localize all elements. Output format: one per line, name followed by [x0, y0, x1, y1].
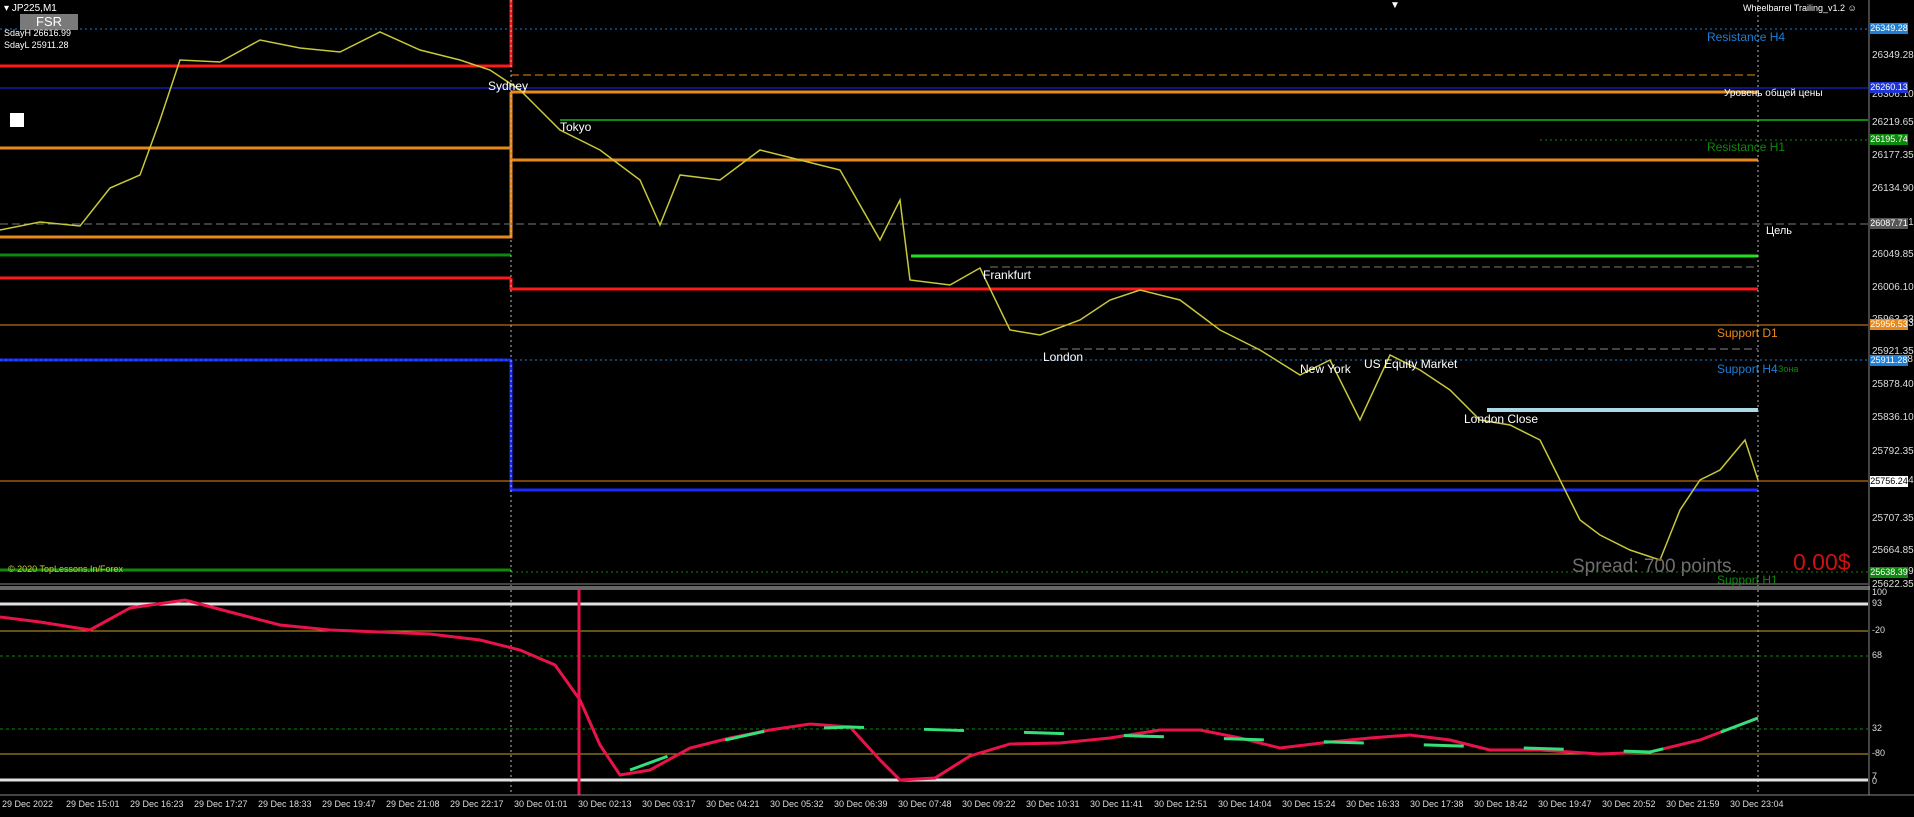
time-axis-label: 29 Dec 22:17	[450, 799, 504, 809]
time-axis-label: 30 Dec 23:04	[1730, 799, 1784, 809]
price-tag: 26349.28	[1870, 23, 1908, 34]
label-resistance-h1: Resistance H1	[1707, 140, 1786, 154]
indicator-axis-label: 100	[1872, 587, 1888, 597]
profit-text: 0.00$	[1793, 549, 1851, 575]
price-tag: 25638.39	[1870, 567, 1908, 578]
panel-separator[interactable]	[0, 586, 1870, 590]
time-axis-label: 29 Dec 15:01	[66, 799, 120, 809]
session-us-equity: US Equity Market	[1364, 357, 1458, 371]
sdayl-label: SdayL 25911.28	[4, 40, 69, 50]
price-axis-label: 25707.35	[1872, 513, 1914, 524]
label-support-d1: Support D1	[1717, 326, 1778, 340]
indicator-axis-label: 93	[1872, 598, 1883, 608]
price-tag: 26260.13	[1870, 82, 1908, 93]
indicator-axis-label: 68	[1872, 650, 1883, 660]
label-resistance-h4: Resistance H4	[1707, 30, 1786, 44]
time-axis-label: 30 Dec 19:47	[1538, 799, 1592, 809]
scroll-marker-icon[interactable]: ▼	[1390, 0, 1400, 11]
session-london-close: London Close	[1464, 412, 1539, 426]
price-axis-label: 25878.40	[1872, 379, 1914, 390]
price-axis-label: 25664.85	[1872, 545, 1914, 556]
price-axis-label: 25836.10	[1872, 412, 1914, 423]
time-axis-label: 30 Dec 01:01	[514, 799, 568, 809]
time-axis-label: 30 Dec 09:22	[962, 799, 1016, 809]
time-axis-label: 29 Dec 17:27	[194, 799, 248, 809]
time-axis-label: 29 Dec 19:47	[322, 799, 376, 809]
price-axis-label: 25792.35	[1872, 446, 1914, 457]
label-zone: Зона	[1778, 364, 1799, 374]
price-tag: 26195.74	[1870, 134, 1908, 145]
price-axis-label: 26349.28	[1872, 50, 1914, 61]
chart-canvas[interactable]	[0, 0, 1914, 817]
copyright-label: © 2020 TopLessons.In/Forex	[8, 564, 124, 574]
time-axis-label: 30 Dec 04:21	[706, 799, 760, 809]
price-tag: 25756.24	[1870, 476, 1908, 487]
session-london: London	[1043, 350, 1084, 364]
time-axis-label: 30 Dec 16:33	[1346, 799, 1400, 809]
price-tag: 26087.71	[1870, 218, 1908, 229]
time-axis-label: 30 Dec 14:04	[1218, 799, 1272, 809]
time-axis-label: 30 Dec 07:48	[898, 799, 952, 809]
time-axis-label: 30 Dec 06:39	[834, 799, 888, 809]
time-axis-label: 30 Dec 12:51	[1154, 799, 1208, 809]
label-support-h4: Support H4	[1717, 362, 1778, 376]
price-axis-label: 26049.85	[1872, 249, 1914, 260]
time-axis-label: 30 Dec 05:32	[770, 799, 824, 809]
label-price-level: Уровень общей цены	[1724, 88, 1823, 99]
time-axis-label: 30 Dec 21:59	[1666, 799, 1720, 809]
expert-name[interactable]: Wheelbarrel Trailing_v1.2 ☺	[1743, 3, 1857, 13]
indicator-line	[0, 598, 1759, 782]
price-axis-label: 26006.10	[1872, 282, 1914, 293]
session-frankfurt: Frankfurt	[983, 268, 1032, 282]
indicator-panel	[0, 590, 1868, 795]
time-axis-label: 30 Dec 11:41	[1090, 799, 1143, 809]
symbol-label: ▾ JP225,M1	[4, 3, 57, 14]
level-lines	[0, 0, 1868, 795]
sdayh-label: SdayH 26616.99	[4, 28, 72, 38]
time-axis-label: 29 Dec 2022	[2, 799, 54, 809]
session-tokyo: Tokyo	[560, 120, 592, 134]
time-axis-label: 30 Dec 10:31	[1026, 799, 1080, 809]
time-axis-label: 30 Dec 17:38	[1410, 799, 1464, 809]
time-axis-label: 30 Dec 02:13	[578, 799, 632, 809]
trading-chart[interactable]: ▾ JP225,M1 FSR SdayH 26616.99 SdayL 2591…	[0, 0, 1914, 817]
session-sydney: Sydney	[488, 79, 529, 93]
time-axis-label: 29 Dec 21:08	[386, 799, 440, 809]
time-axis-label: 29 Dec 18:33	[258, 799, 312, 809]
indicator-series	[0, 598, 1759, 782]
price-tag: 25956.53	[1870, 319, 1908, 330]
spread-text: Spread: 700 points.	[1572, 556, 1737, 577]
label-target: Цель	[1766, 225, 1793, 237]
indicator-axis-label: 0	[1872, 776, 1878, 786]
price-axis-label: 26134.90	[1872, 183, 1914, 194]
time-axis-label: 30 Dec 18:42	[1474, 799, 1528, 809]
price-tag: 25911.28	[1870, 355, 1908, 366]
time-axis-label: 29 Dec 16:23	[130, 799, 184, 809]
indicator-axis-label: -20	[1872, 625, 1886, 635]
time-axis-label: 30 Dec 03:17	[642, 799, 696, 809]
time-axis-label: 30 Dec 20:52	[1602, 799, 1656, 809]
time-axis-label: 30 Dec 15:24	[1282, 799, 1336, 809]
price-axis-label: 26177.35	[1872, 150, 1914, 161]
indicator-axis-label: 32	[1872, 723, 1883, 733]
indicator-axis-label: -80	[1872, 748, 1886, 758]
session-new-york: New York	[1300, 362, 1351, 376]
white-square-object[interactable]	[10, 113, 24, 127]
price-axis-label: 26219.65	[1872, 117, 1914, 128]
